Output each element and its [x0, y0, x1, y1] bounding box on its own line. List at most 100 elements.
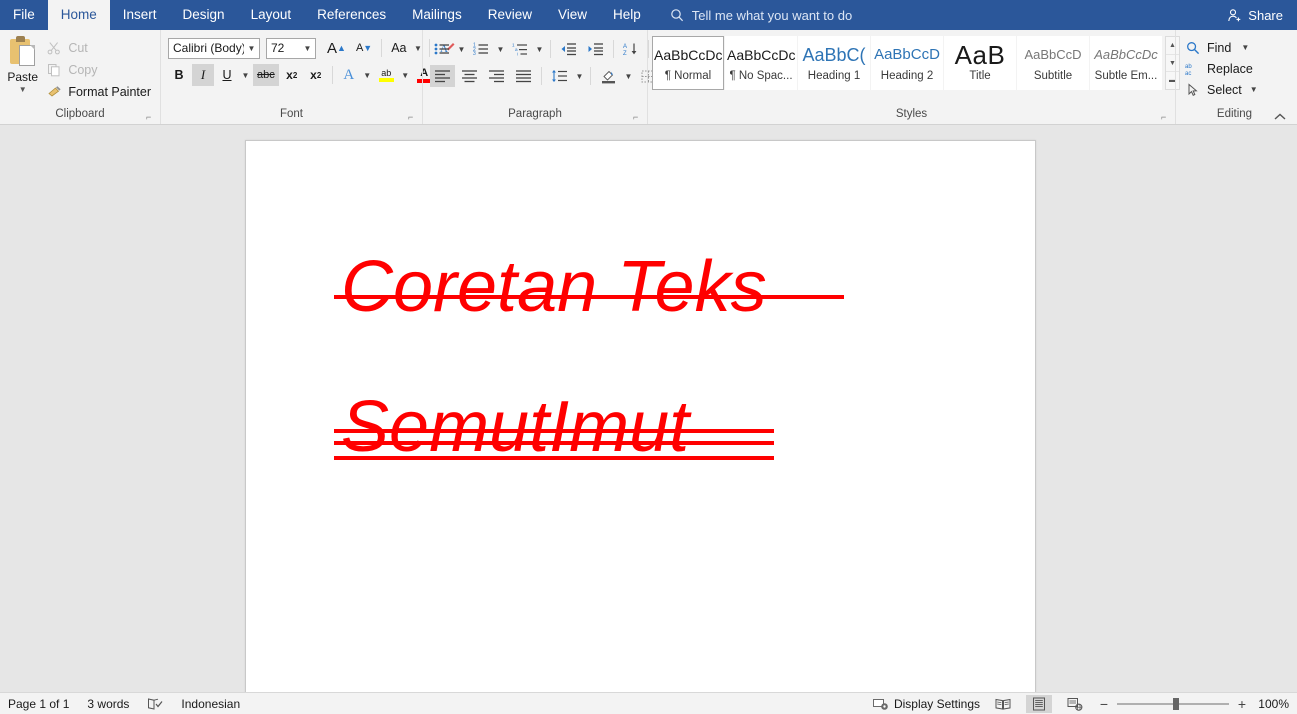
paragraph-dialog-launcher[interactable]: ⌐ — [633, 112, 643, 122]
font-dialog-launcher[interactable]: ⌐ — [408, 112, 418, 122]
zoom-track[interactable] — [1117, 696, 1229, 712]
numbering-button[interactable]: 123 — [469, 38, 493, 60]
justify-button[interactable] — [511, 65, 536, 87]
bold-button[interactable]: B — [168, 64, 190, 86]
styles-group-label: Styles — [895, 108, 928, 120]
underline-label: U — [222, 68, 232, 82]
chevron-down-icon[interactable]: ▼ — [19, 86, 27, 94]
ribbon-group-styles: AaBbCcDc ¶ Normal AaBbCcDc ¶ No Spac... … — [647, 30, 1180, 124]
style-normal[interactable]: AaBbCcDc ¶ Normal — [652, 36, 724, 90]
collapse-ribbon-button[interactable] — [1273, 112, 1287, 122]
chevron-down-icon[interactable]: ▼ — [300, 44, 315, 53]
zoom-out-button[interactable]: − — [1098, 696, 1110, 712]
chevron-down-icon[interactable]: ▼ — [240, 64, 251, 86]
chevron-down-icon[interactable]: ▼ — [244, 44, 259, 53]
select-button[interactable]: Select ▼ — [1180, 79, 1263, 100]
document-line-2[interactable]: SemutImut — [334, 391, 774, 463]
chevron-down-icon[interactable]: ▼ — [623, 65, 634, 87]
chevron-down-icon[interactable]: ▼ — [495, 38, 506, 60]
tab-file[interactable]: File — [0, 0, 48, 30]
document-page[interactable]: Coretan Teks SemutImut — [245, 140, 1036, 692]
document-line-2-text: SemutImut — [341, 387, 690, 467]
cut-button[interactable]: Cut — [41, 37, 156, 58]
text-effects-button[interactable]: A — [338, 64, 360, 86]
share-person-icon — [1227, 8, 1242, 23]
subscript-button[interactable]: x2 — [281, 64, 303, 86]
ribbon-group-font: Calibri (Body) ▼ 72 ▼ A ▲ A ▼ Aa ▼ A B I… — [160, 30, 454, 124]
read-mode-button[interactable] — [990, 695, 1016, 713]
chevron-down-icon[interactable]: ▼ — [400, 64, 411, 86]
paste-button[interactable]: Paste ▼ — [4, 34, 41, 94]
tab-view[interactable]: View — [545, 0, 600, 30]
style-heading-1[interactable]: AaBbC( Heading 1 — [798, 36, 870, 90]
proofing-errors-icon[interactable] — [147, 697, 163, 711]
style-subtle-emphasis[interactable]: AaBbCcDc Subtle Em... — [1090, 36, 1162, 90]
document-canvas[interactable]: Coretan Teks SemutImut — [0, 126, 1297, 692]
word-count[interactable]: 3 words — [87, 697, 129, 711]
bullet-list-icon — [434, 42, 450, 56]
language-indicator[interactable]: Indonesian — [181, 697, 240, 711]
change-case-button[interactable]: Aa — [387, 37, 410, 59]
text-highlight-button[interactable]: ab — [375, 64, 398, 86]
chevron-down-icon[interactable]: ▼ — [362, 64, 373, 86]
align-right-button[interactable] — [484, 65, 509, 87]
display-settings-button[interactable]: Display Settings — [872, 697, 980, 711]
replace-label: Replace — [1207, 61, 1253, 76]
page-indicator[interactable]: Page 1 of 1 — [8, 697, 69, 711]
increase-indent-button[interactable] — [583, 38, 608, 60]
font-size-combo[interactable]: 72 ▼ — [266, 37, 316, 59]
tab-design[interactable]: Design — [170, 0, 238, 30]
style-title[interactable]: AaB Title — [944, 36, 1016, 90]
shrink-font-button[interactable]: A ▼ — [352, 37, 376, 59]
format-painter-button[interactable]: Format Painter — [41, 81, 156, 102]
zoom-level-label[interactable]: 100% — [1255, 697, 1289, 711]
print-layout-button[interactable] — [1026, 694, 1052, 713]
chevron-down-icon[interactable]: ▼ — [456, 38, 467, 60]
sort-button[interactable]: AZ — [619, 38, 643, 60]
font-name-combo[interactable]: Calibri (Body) ▼ — [168, 37, 260, 59]
tab-review[interactable]: Review — [475, 0, 545, 30]
web-layout-button[interactable] — [1062, 695, 1088, 713]
superscript-button[interactable]: x2 — [305, 64, 327, 86]
align-left-button[interactable] — [430, 65, 455, 87]
web-layout-icon — [1067, 697, 1083, 711]
share-button[interactable]: Share — [1227, 0, 1283, 30]
underline-button[interactable]: U — [216, 64, 238, 86]
zoom-in-button[interactable]: + — [1236, 696, 1248, 712]
tab-references[interactable]: References — [304, 0, 399, 30]
tell-me-text: Tell me what you want to do — [691, 7, 853, 23]
strikethrough-line — [334, 295, 844, 299]
tab-home[interactable]: Home — [47, 0, 110, 30]
zoom-thumb[interactable] — [1173, 697, 1179, 710]
tell-me-search[interactable]: Tell me what you want to do — [670, 0, 852, 30]
scissors-icon — [46, 40, 62, 56]
align-center-button[interactable] — [457, 65, 482, 87]
strikethrough-button[interactable]: abc — [253, 64, 279, 86]
chevron-down-icon[interactable]: ▼ — [1241, 43, 1249, 52]
styles-dialog-launcher[interactable]: ⌐ — [1161, 112, 1171, 122]
grow-font-button[interactable]: A ▲ — [323, 37, 350, 59]
italic-button[interactable]: I — [192, 64, 214, 86]
shading-button[interactable] — [596, 65, 621, 87]
copy-button[interactable]: Copy — [41, 59, 156, 80]
chevron-down-icon[interactable]: ▼ — [534, 38, 545, 60]
line-spacing-button[interactable] — [547, 65, 572, 87]
clipboard-dialog-launcher[interactable]: ⌐ — [146, 112, 156, 122]
style-subtitle[interactable]: AaBbCcD Subtitle — [1017, 36, 1089, 90]
tab-layout[interactable]: Layout — [238, 0, 305, 30]
tab-help[interactable]: Help — [600, 0, 654, 30]
style-no-spacing[interactable]: AaBbCcDc ¶ No Spac... — [725, 36, 797, 90]
find-button[interactable]: Find ▼ — [1180, 37, 1263, 58]
zoom-slider[interactable]: − + 100% — [1098, 696, 1289, 712]
document-line-1[interactable]: Coretan Teks — [334, 251, 844, 323]
style-heading-2[interactable]: AaBbCcD Heading 2 — [871, 36, 943, 90]
multilevel-list-button[interactable]: 1ai — [508, 38, 532, 60]
replace-button[interactable]: ab ac Replace — [1180, 58, 1263, 79]
bullets-button[interactable] — [430, 38, 454, 60]
decrease-indent-button[interactable] — [556, 38, 581, 60]
tab-insert[interactable]: Insert — [110, 0, 170, 30]
tab-mailings[interactable]: Mailings — [399, 0, 475, 30]
chevron-down-icon[interactable]: ▼ — [574, 65, 585, 87]
search-icon — [670, 8, 684, 22]
chevron-down-icon[interactable]: ▼ — [1250, 85, 1258, 94]
